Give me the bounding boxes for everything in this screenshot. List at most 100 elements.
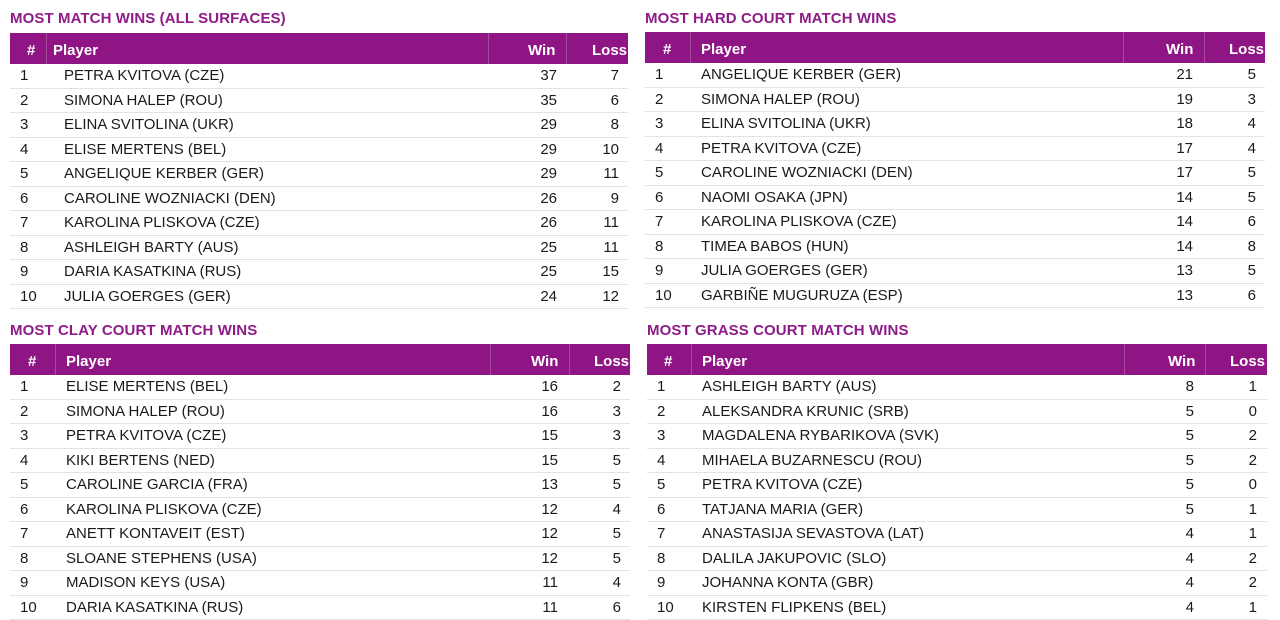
player-cell: DALILA JAKUPOVIC (SLO) bbox=[702, 549, 887, 567]
rank-cell: 8 bbox=[20, 238, 29, 256]
player-cell: DARIA KASATKINA (RUS) bbox=[66, 598, 244, 616]
win-cell: 15 bbox=[541, 427, 558, 444]
loss-cell: 3 bbox=[612, 402, 621, 420]
win-cell: 11 bbox=[542, 574, 558, 591]
header-player: Player bbox=[53, 42, 99, 59]
table-row: 5 PETRA KVITOVA (CZE) 5 0 bbox=[647, 473, 1267, 498]
table-row: 6 TATJANA MARIA (GER) 5 1 bbox=[647, 498, 1267, 522]
loss-cell: 5 bbox=[612, 476, 621, 493]
rank-cell: 8 bbox=[655, 237, 664, 255]
player-cell: SIMONA HALEP (ROU) bbox=[701, 90, 860, 108]
header-rank: # bbox=[664, 353, 673, 370]
loss-cell: 6 bbox=[612, 598, 621, 616]
rank-cell: 6 bbox=[655, 188, 664, 206]
player-cell: ASHLEIGH BARTY (AUS) bbox=[702, 378, 877, 395]
win-cell: 4 bbox=[1185, 598, 1194, 616]
player-cell: ALEKSANDRA KRUNIC (SRB) bbox=[702, 402, 909, 420]
win-cell: 29 bbox=[540, 165, 557, 182]
header-rank: # bbox=[28, 353, 37, 370]
loss-cell: 2 bbox=[1248, 549, 1257, 567]
player-cell: SLOANE STEPHENS (USA) bbox=[66, 549, 257, 567]
player-cell: JULIA GOERGES (GER) bbox=[701, 262, 868, 279]
table-row: 4 ELISE MERTENS (BEL) 29 10 bbox=[10, 138, 628, 162]
loss-cell: 5 bbox=[612, 549, 621, 567]
loss-cell: 5 bbox=[1247, 164, 1256, 181]
player-cell: ANETT KONTAVEIT (EST) bbox=[66, 525, 245, 542]
rank-cell: 3 bbox=[657, 427, 666, 444]
table-row: 9 DARIA KASATKINA (RUS) 25 15 bbox=[10, 260, 628, 285]
win-cell: 5 bbox=[1185, 476, 1194, 493]
table-row: 9 JULIA GOERGES (GER) 13 5 bbox=[645, 259, 1265, 284]
table-body: 1 PETRA KVITOVA (CZE) 37 7 2 SIMONA HALEP (RO… bbox=[10, 64, 628, 309]
win-cell: 4 bbox=[1185, 574, 1194, 591]
loss-cell: 4 bbox=[612, 574, 621, 591]
player-cell: PETRA KVITOVA (CZE) bbox=[64, 67, 225, 84]
win-cell: 19 bbox=[1176, 90, 1193, 108]
header-rank: # bbox=[663, 41, 672, 58]
rank-cell: 4 bbox=[657, 451, 666, 469]
player-cell: MIHAELA BUZARNESCU (ROU) bbox=[702, 451, 923, 469]
table-row: 10 KIRSTEN FLIPKENS (BEL) 4 1 bbox=[647, 596, 1267, 620]
table-row: 7 ANASTASIJA SEVASTOVA (LAT) 4 1 bbox=[647, 522, 1267, 547]
rank-cell: 1 bbox=[20, 67, 29, 84]
win-cell: 15 bbox=[541, 451, 558, 469]
win-cell: 18 bbox=[1176, 115, 1193, 132]
table-row: 1 ASHLEIGH BARTY (AUS) 8 1 bbox=[647, 375, 1267, 400]
header-separator bbox=[490, 344, 491, 375]
table-row: 3 PETRA KVITOVA (CZE) 15 3 bbox=[10, 424, 630, 449]
loss-cell: 11 bbox=[603, 214, 619, 231]
panel-title: MOST GRASS COURT MATCH WINS bbox=[647, 322, 909, 339]
table-row: 2 SIMONA HALEP (ROU) 35 6 bbox=[10, 89, 628, 113]
loss-cell: 11 bbox=[603, 165, 619, 182]
player-cell: PETRA KVITOVA (CZE) bbox=[702, 476, 863, 493]
player-cell: JULIA GOERGES (GER) bbox=[64, 287, 231, 305]
loss-cell: 1 bbox=[1248, 598, 1257, 616]
rank-cell: 8 bbox=[20, 549, 29, 567]
win-cell: 26 bbox=[540, 214, 557, 231]
table-row: 3 ELINA SVITOLINA (UKR) 18 4 bbox=[645, 112, 1265, 137]
table-row: 1 ANGELIQUE KERBER (GER) 21 5 bbox=[645, 63, 1265, 88]
loss-cell: 2 bbox=[1248, 574, 1257, 591]
win-cell: 4 bbox=[1185, 525, 1194, 542]
win-cell: 25 bbox=[540, 263, 557, 280]
player-cell: SIMONA HALEP (ROU) bbox=[66, 402, 225, 420]
table-row: 1 ELISE MERTENS (BEL) 16 2 bbox=[10, 375, 630, 400]
rank-cell: 10 bbox=[20, 598, 37, 616]
win-cell: 26 bbox=[540, 189, 557, 207]
loss-cell: 2 bbox=[1248, 451, 1257, 469]
player-cell: CAROLINE GARCIA (FRA) bbox=[66, 476, 248, 493]
table-row: 10 DARIA KASATKINA (RUS) 11 6 bbox=[10, 596, 630, 620]
header-player: Player bbox=[702, 353, 748, 370]
win-cell: 25 bbox=[540, 238, 557, 256]
win-cell: 12 bbox=[541, 549, 558, 567]
rank-cell: 4 bbox=[655, 139, 664, 157]
player-cell: KAROLINA PLISKOVA (CZE) bbox=[64, 214, 260, 231]
rank-cell: 9 bbox=[20, 263, 29, 280]
rank-cell: 6 bbox=[657, 500, 666, 518]
table-row: 7 KAROLINA PLISKOVA (CZE) 14 6 bbox=[645, 210, 1265, 235]
loss-cell: 7 bbox=[610, 67, 619, 84]
loss-cell: 6 bbox=[1247, 286, 1256, 304]
loss-cell: 4 bbox=[612, 500, 621, 518]
header-loss: Loss bbox=[1229, 41, 1265, 58]
rank-cell: 4 bbox=[20, 451, 29, 469]
loss-cell: 15 bbox=[602, 263, 619, 280]
table-row: 6 KAROLINA PLISKOVA (CZE) 12 4 bbox=[10, 498, 630, 522]
win-cell: 5 bbox=[1185, 402, 1194, 420]
win-cell: 13 bbox=[541, 476, 558, 493]
rank-cell: 9 bbox=[655, 262, 664, 279]
table-row: 8 SLOANE STEPHENS (USA) 12 5 bbox=[10, 547, 630, 571]
table-row: 4 KIKI BERTENS (NED) 15 5 bbox=[10, 449, 630, 473]
win-cell: 13 bbox=[1176, 286, 1193, 304]
loss-cell: 5 bbox=[1247, 188, 1256, 206]
table-row: 8 DALILA JAKUPOVIC (SLO) 4 2 bbox=[647, 547, 1267, 571]
loss-cell: 1 bbox=[1248, 525, 1257, 542]
table-header: # Player Win Loss bbox=[645, 32, 1265, 63]
header-loss: Loss bbox=[594, 353, 630, 370]
rank-cell: 2 bbox=[657, 402, 666, 420]
table-row: 5 CAROLINE WOZNIACKI (DEN) 17 5 bbox=[645, 161, 1265, 186]
header-player: Player bbox=[701, 41, 747, 58]
header-separator bbox=[1123, 32, 1124, 63]
loss-cell: 8 bbox=[1247, 237, 1256, 255]
rank-cell: 5 bbox=[20, 476, 29, 493]
